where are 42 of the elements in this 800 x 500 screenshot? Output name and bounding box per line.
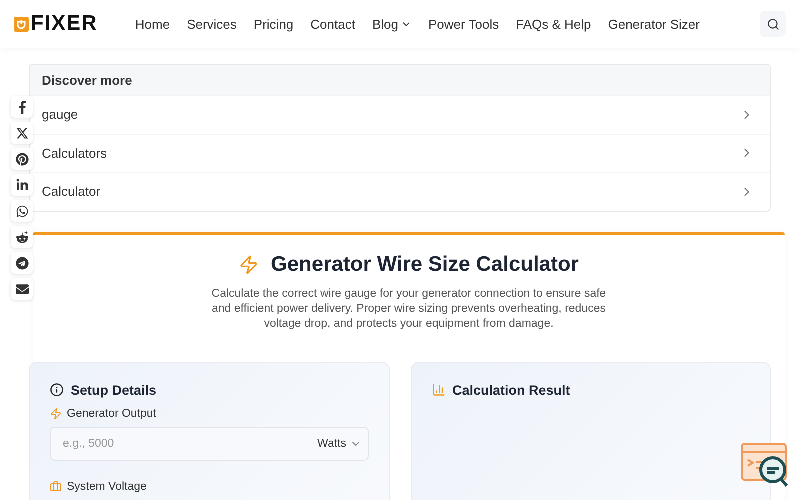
calculator-title: Generator Wire Size Calculator (271, 252, 579, 276)
generator-output-field[interactable]: e.g., 5000 Watts (50, 426, 368, 460)
nav-link[interactable]: Generator Sizer (608, 16, 700, 32)
envelope-icon (16, 282, 28, 296)
nav-link[interactable]: Services (187, 16, 237, 32)
x-logo-icon (16, 126, 28, 140)
unit-select[interactable]: Watts (318, 438, 362, 450)
nav-link[interactable]: Contact (310, 16, 356, 32)
field-label: Generator Output (67, 408, 156, 420)
linkedin-logo-icon (16, 178, 28, 192)
briefcase-icon (50, 480, 62, 492)
search-button[interactable] (760, 11, 786, 37)
share-button[interactable] (11, 200, 33, 222)
share-button[interactable] (11, 174, 33, 196)
share-button[interactable] (11, 148, 33, 170)
chat-widget-icon[interactable] (740, 442, 790, 488)
lightning-icon (50, 408, 62, 420)
telegram-logo-icon (16, 256, 28, 270)
nav-link[interactable]: FAQs & Help (516, 16, 592, 32)
share-button[interactable] (11, 252, 33, 274)
setup-title: Setup Details (71, 382, 157, 398)
whatsapp-logo-icon (16, 204, 28, 218)
logo-icon (14, 16, 29, 32)
nav-link[interactable]: Home (135, 16, 170, 32)
nav-link[interactable]: Pricing (254, 16, 294, 32)
result-title: Calculation Result (452, 382, 570, 398)
search-icon (766, 18, 780, 30)
share-button[interactable] (11, 226, 33, 248)
calculator-description: Calculate the correct wire gauge for your generator connection to ensure safe and efficient power delivery. Proper wire sizing prevents overheating, reduces voltage drop, and protects your equipment from damage. (210, 286, 608, 332)
pinterest-logo-icon (16, 152, 28, 166)
nav-link[interactable]: Power Tools (428, 16, 500, 32)
nav-link[interactable]: Blog (372, 16, 412, 32)
field-label: System Voltage (67, 480, 147, 492)
share-button[interactable] (11, 122, 33, 144)
discover-title: Discover more (30, 65, 770, 95)
lightning-icon (239, 254, 260, 274)
share-button[interactable] (11, 278, 33, 300)
bar-chart-icon (432, 383, 446, 397)
share-button[interactable] (11, 96, 33, 118)
logo-text[interactable]: FIXER (31, 12, 98, 36)
info-icon (50, 383, 64, 397)
reddit-logo-icon (16, 230, 28, 244)
